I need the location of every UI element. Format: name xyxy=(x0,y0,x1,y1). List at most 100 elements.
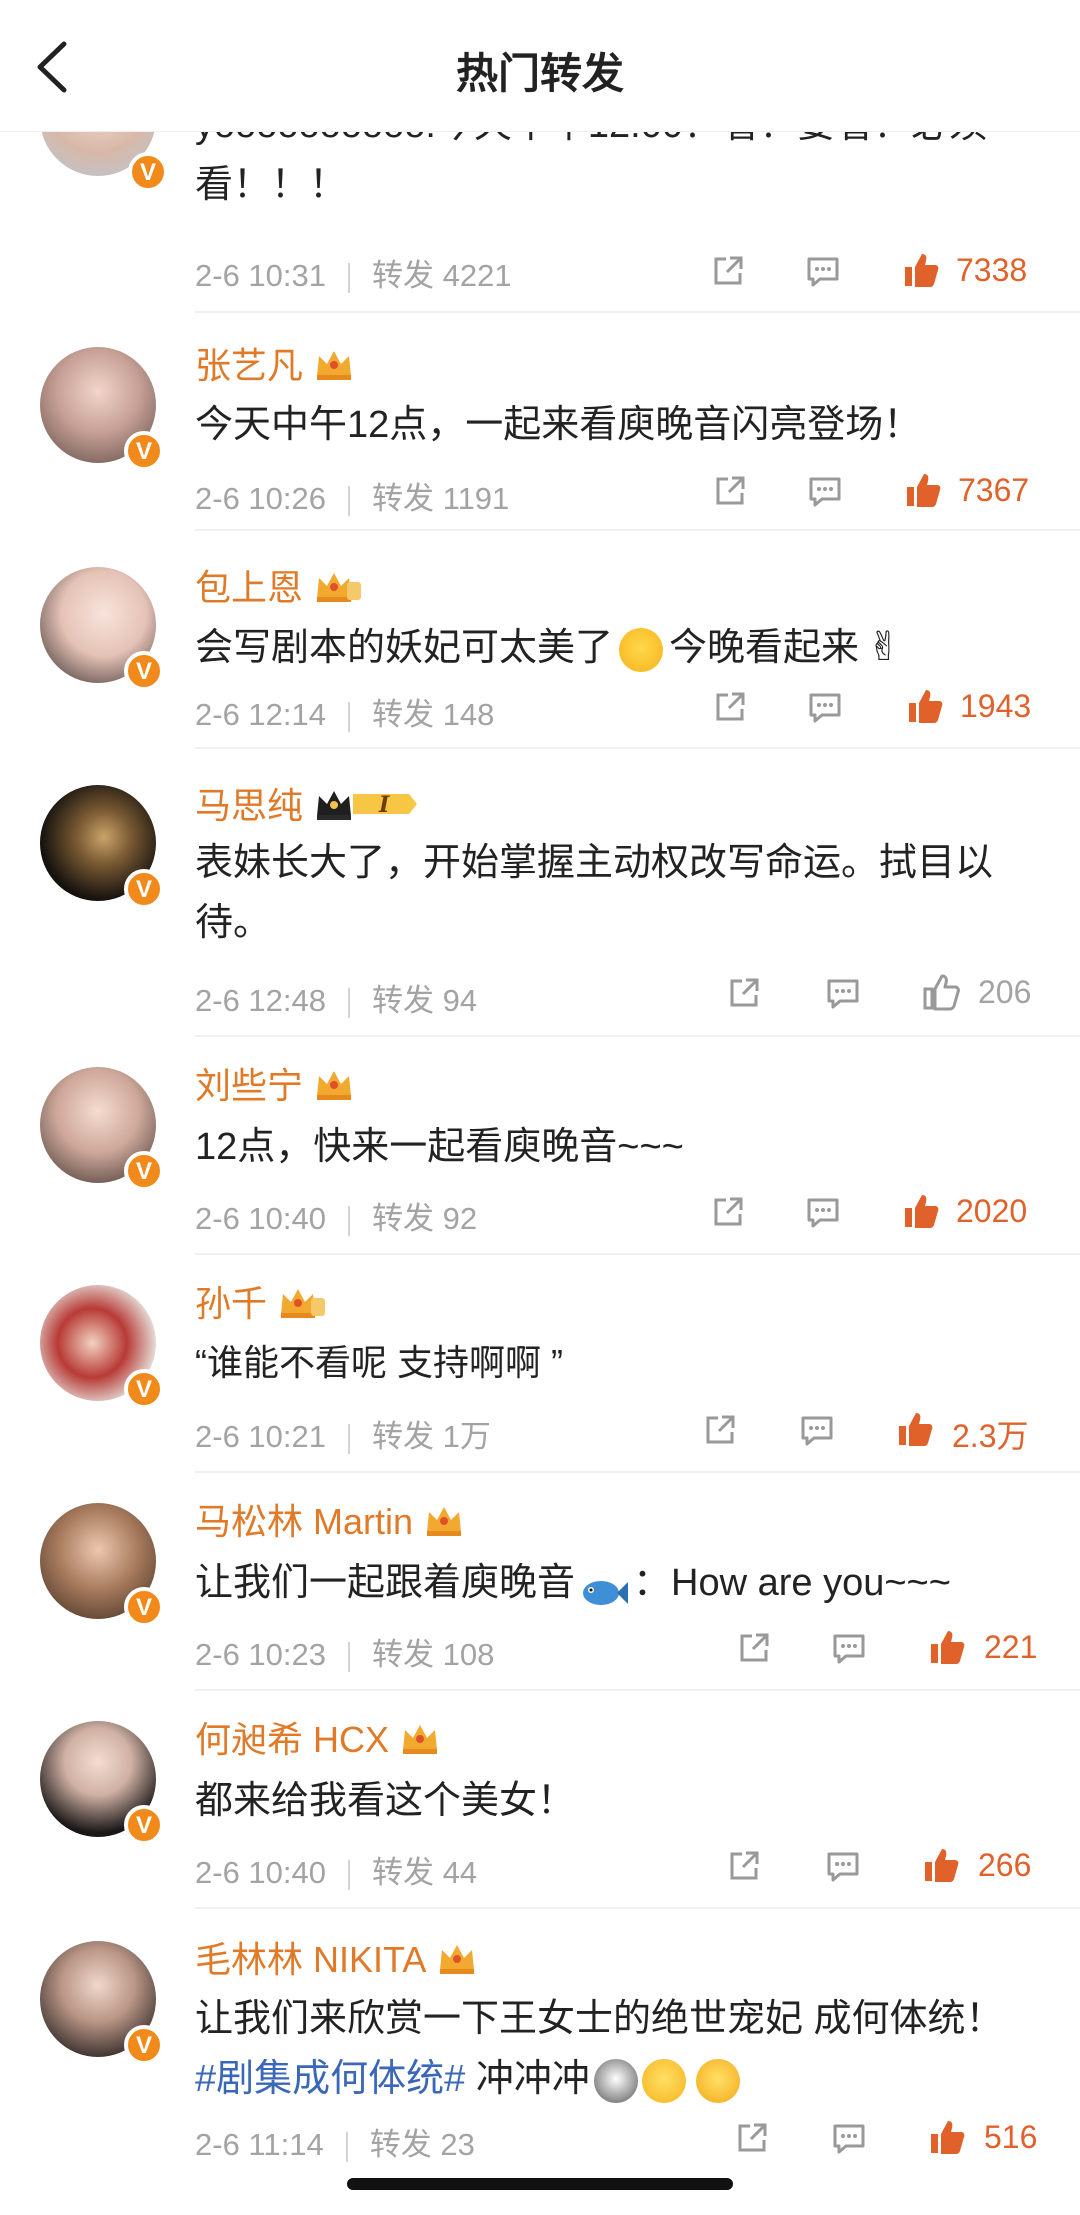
hug-emoji-icon xyxy=(695,2058,740,2103)
comment-button[interactable] xyxy=(804,1196,842,1235)
avatar[interactable]: V xyxy=(40,1941,164,2065)
like-count: 206 xyxy=(978,974,1032,1010)
avatar[interactable]: V xyxy=(40,1067,164,1191)
share-button[interactable] xyxy=(734,2120,770,2161)
repost-count: 1万 xyxy=(442,1419,491,1454)
repost-label: 转发 xyxy=(372,481,434,516)
avatar[interactable]: V xyxy=(40,347,164,471)
divider xyxy=(348,987,350,1018)
repost-count: 44 xyxy=(442,1855,478,1890)
level-label: I xyxy=(378,792,390,818)
share-icon xyxy=(716,476,745,505)
share-button[interactable] xyxy=(712,689,748,730)
like-count: 266 xyxy=(978,1847,1032,1883)
list-item[interactable]: V 包上恩 会写剧本的妖妃可太美了 今晚看起来 ✌ 2-6 12:14 转发 148 … xyxy=(0,531,1080,749)
share-button[interactable] xyxy=(726,1848,762,1889)
user-name[interactable]: 包上恩 xyxy=(195,559,363,613)
cat-emoji-icon xyxy=(593,2058,638,2103)
like-button[interactable] xyxy=(904,471,942,514)
comment-button[interactable] xyxy=(804,255,842,294)
like-button[interactable] xyxy=(902,251,940,294)
like-button[interactable] xyxy=(922,1846,960,1889)
share-icon xyxy=(740,1633,769,1662)
share-icon xyxy=(730,978,759,1007)
victory-hand-emoji-icon: ✌ xyxy=(867,625,901,669)
verified-icon: V xyxy=(124,2025,164,2065)
like-count: 221 xyxy=(984,1629,1038,1665)
repost-count: 108 xyxy=(442,1637,495,1672)
list-item[interactable]: V 毛林林 NIKITA 让我们来欣赏一下王女士的绝世宠妃 成何体统！ #剧集成… xyxy=(0,1909,1080,2179)
comment-icon xyxy=(833,1634,865,1664)
comment-text: 会写剧本的妖妃可太美了 今晚看起来 ✌ xyxy=(195,617,1035,678)
repost-label: 转发 xyxy=(372,1419,434,1454)
share-button[interactable] xyxy=(712,473,748,514)
kiss-emoji-icon xyxy=(641,2058,686,2103)
like-button[interactable] xyxy=(906,687,944,730)
comment-icon xyxy=(827,979,859,1009)
like-count: 7367 xyxy=(958,472,1030,508)
list-item[interactable]: V 孙千 “谁能不看呢 支持啊啊 ” 2-6 10:21 转发 1万 2.3万 xyxy=(0,1255,1080,1473)
user-name[interactable]: 孙千 xyxy=(195,1275,327,1329)
comment-meta: 2-6 11:14 转发 23 xyxy=(195,2119,475,2164)
share-button[interactable] xyxy=(726,975,762,1016)
comment-meta: 2-6 10:31 转发 4221 xyxy=(195,250,512,295)
comment-button[interactable] xyxy=(798,1414,836,1453)
thumbs-up-icon xyxy=(931,2121,965,2154)
list-item[interactable]: V 张艺凡 今天中午12点，一起来看庾晚音闪亮登场！ 2-6 10:26 转发 1… xyxy=(0,313,1080,531)
share-icon xyxy=(730,1851,759,1880)
comment-meta: 2-6 10:40 转发 92 xyxy=(195,1193,477,1238)
share-icon xyxy=(714,256,743,285)
list-item[interactable]: V 何昶希 HCX 都来给我看这个美女！ 2-6 10:40 转发 44 266 xyxy=(0,1691,1080,1909)
comment-button[interactable] xyxy=(806,475,844,514)
like-button[interactable] xyxy=(928,2118,966,2161)
comment-text: 都来给我看这个美女！ xyxy=(195,1780,576,1822)
list-item[interactable]: V 马松林 Martin 让我们一起跟着庾晚音 ：How are you~~~ 2… xyxy=(0,1473,1080,1691)
home-indicator[interactable] xyxy=(347,2178,733,2190)
comment-button[interactable] xyxy=(824,977,862,1016)
avatar[interactable]: V xyxy=(40,1285,164,1409)
like-button[interactable] xyxy=(922,973,960,1016)
user-name[interactable]: 马松林 Martin xyxy=(195,1493,465,1547)
like-button[interactable] xyxy=(928,1628,966,1671)
timestamp: 2-6 10:26 xyxy=(195,481,326,516)
timestamp: 2-6 12:14 xyxy=(195,697,326,732)
list-item[interactable]: V 马思纯 I 表妹长大了，开始掌握主动权改写命运。拭目以待。 2-6 12:48… xyxy=(0,749,1080,1037)
hashtag-link[interactable]: #剧集成何体统# xyxy=(195,2058,465,2100)
timestamp: 2-6 10:40 xyxy=(195,1201,326,1236)
comment-button[interactable] xyxy=(830,2122,868,2161)
verified-icon: V xyxy=(124,651,164,691)
page-title: 热门转发 xyxy=(455,50,624,97)
thumbs-up-icon xyxy=(925,1849,959,1882)
avatar[interactable]: V xyxy=(40,567,164,691)
like-button[interactable] xyxy=(902,1192,940,1235)
list-item[interactable]: V 刘些宁 12点，快来一起看庾晚音~~~ 2-6 10:40 转发 92 202… xyxy=(0,1037,1080,1255)
user-name[interactable]: 何昶希 HCX xyxy=(195,1711,441,1765)
share-button[interactable] xyxy=(702,1412,738,1453)
avatar[interactable]: V xyxy=(40,785,164,909)
share-button[interactable] xyxy=(736,1630,772,1671)
user-name[interactable]: 张艺凡 xyxy=(195,337,355,391)
like-button[interactable] xyxy=(896,1410,934,1453)
comment-button[interactable] xyxy=(830,1632,868,1671)
avatar[interactable]: V xyxy=(40,1503,164,1627)
comment-icon xyxy=(801,1416,833,1446)
user-name[interactable]: 马思纯 I xyxy=(195,777,421,833)
thumbs-up-icon xyxy=(905,254,939,287)
repost-label: 转发 xyxy=(372,1637,434,1672)
user-name[interactable]: 刘些宁 xyxy=(195,1057,355,1111)
comment-text: 今天中午12点，一起来看庾晚音闪亮登场！ xyxy=(195,404,922,446)
share-button[interactable] xyxy=(710,253,746,294)
crown-icon xyxy=(313,1066,355,1111)
comment-button[interactable] xyxy=(824,1850,862,1889)
share-button[interactable] xyxy=(710,1194,746,1235)
heart-eyes-emoji-icon xyxy=(619,627,664,672)
repost-label: 转发 xyxy=(372,983,434,1018)
divider xyxy=(348,1423,350,1454)
avatar[interactable]: V xyxy=(40,1721,164,1845)
verified-icon: V xyxy=(124,869,164,909)
comment-icon xyxy=(833,2124,865,2154)
comment-button[interactable] xyxy=(806,691,844,730)
user-name[interactable]: 毛林林 NIKITA xyxy=(195,1931,478,1985)
divider xyxy=(348,701,350,732)
verified-icon: V xyxy=(128,152,168,192)
